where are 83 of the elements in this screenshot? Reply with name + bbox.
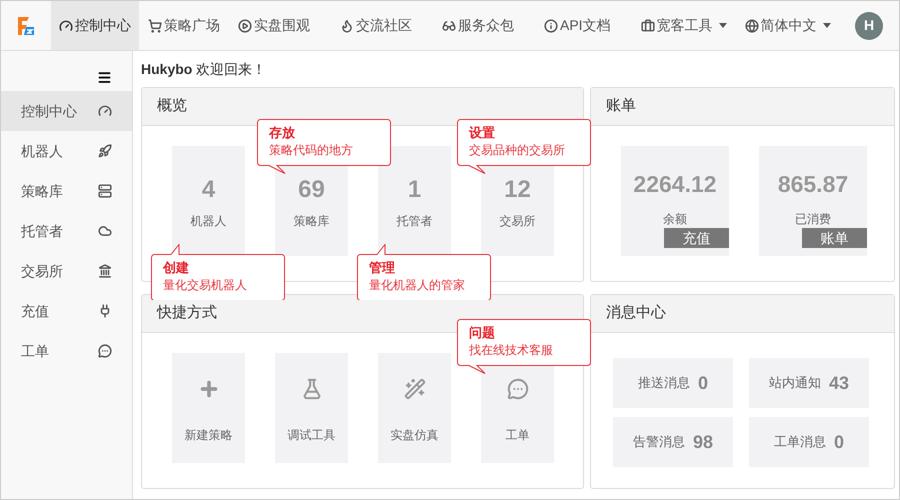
sidebar-item[interactable]: 工单 bbox=[1, 331, 132, 371]
gauge-icon bbox=[98, 104, 112, 118]
nav-item[interactable]: API文档 bbox=[535, 1, 620, 50]
bill-amount: 865.87 bbox=[778, 170, 848, 198]
info-icon bbox=[544, 18, 558, 32]
message-count: 0 bbox=[698, 372, 708, 394]
message-label: 推送消息 bbox=[638, 374, 690, 392]
stat-label: 托管者 bbox=[396, 213, 432, 230]
panel-title: 消息中心 bbox=[606, 303, 666, 324]
stat-label: 交易所 bbox=[500, 213, 536, 230]
nav-item[interactable]: 服务众包 bbox=[433, 1, 523, 50]
stat-label: 机器人 bbox=[190, 213, 226, 230]
message-tile[interactable]: 告警消息 98 bbox=[613, 417, 733, 467]
message-count: 0 bbox=[834, 430, 844, 454]
stat-value: 69 bbox=[298, 176, 325, 204]
stat-value: 4 bbox=[202, 176, 216, 204]
nav-item[interactable]: 交流社区 bbox=[331, 1, 421, 50]
plug-icon bbox=[98, 304, 112, 318]
cart-icon bbox=[148, 18, 162, 32]
panel-title: 快捷方式 bbox=[157, 303, 217, 324]
nav-item[interactable]: 控制中心 bbox=[51, 1, 139, 50]
callout-text: 量化交易机器人 bbox=[163, 277, 247, 294]
shortcut-tile[interactable]: 实盘仿真 bbox=[378, 353, 451, 463]
shortcut-label: 工单 bbox=[506, 427, 530, 444]
shortcut-tile[interactable]: 调试工具 bbox=[275, 353, 348, 463]
shortcut-tile[interactable]: 新建策略 bbox=[172, 353, 245, 463]
bill-label: 已消费 bbox=[795, 211, 831, 228]
stat-value: 12 bbox=[504, 176, 531, 204]
flame-icon bbox=[340, 18, 354, 32]
callout-title: 创建 bbox=[163, 259, 189, 276]
stat-tile[interactable]: 4 机器人 bbox=[172, 146, 245, 256]
message-label: 站内通知 bbox=[768, 374, 821, 392]
shortcut-label: 实盘仿真 bbox=[390, 427, 438, 444]
message-label: 工单消息 bbox=[774, 433, 826, 452]
briefcase-icon bbox=[640, 18, 655, 32]
avatar[interactable]: H bbox=[855, 12, 883, 40]
stat-label: 策略库 bbox=[294, 213, 330, 230]
sidebar-item[interactable]: 托管者 bbox=[1, 211, 132, 251]
callout-title: 存放 bbox=[269, 124, 295, 141]
panel-title: 概览 bbox=[157, 96, 187, 116]
nav-item[interactable]: 实盘围观 bbox=[229, 1, 319, 50]
message-count: 43 bbox=[828, 372, 850, 394]
sidebar-item[interactable]: 充值 bbox=[1, 291, 132, 331]
play-icon bbox=[238, 18, 252, 32]
logo-icon[interactable] bbox=[15, 14, 37, 36]
wand-icon bbox=[404, 378, 426, 400]
nav-item[interactable]: 简体中文 bbox=[736, 1, 840, 50]
globe-icon bbox=[744, 18, 759, 32]
panel-title: 账单 bbox=[606, 96, 636, 116]
gauge-icon bbox=[59, 18, 73, 32]
chat-icon bbox=[98, 344, 112, 358]
flask-icon bbox=[300, 378, 322, 400]
chat-icon bbox=[506, 378, 528, 400]
rocket-icon bbox=[98, 144, 112, 158]
nav-item[interactable]: 策略广场 bbox=[139, 1, 229, 50]
callout-title: 问题 bbox=[469, 324, 495, 341]
cloud-icon bbox=[98, 224, 112, 238]
bill-amount: 2264.12 bbox=[633, 170, 717, 198]
shortcut-label: 新建策略 bbox=[184, 427, 232, 444]
message-label: 告警消息 bbox=[632, 433, 685, 452]
message-tile[interactable]: 工单消息 0 bbox=[749, 417, 869, 467]
shortcut-label: 调试工具 bbox=[288, 427, 336, 444]
sidebar-item[interactable]: 机器人 bbox=[1, 131, 132, 171]
callout-text: 量化机器人的管家 bbox=[369, 277, 465, 294]
bill-label: 余额 bbox=[663, 211, 687, 228]
callout-title: 管理 bbox=[369, 259, 395, 276]
stat-tile[interactable]: 1 托管者 bbox=[378, 146, 451, 256]
welcome-text: Hukybo 欢迎回来！ bbox=[141, 60, 266, 79]
bill-action-button[interactable]: 账单 bbox=[802, 228, 867, 248]
server-icon bbox=[98, 184, 112, 198]
callout-title: 设置 bbox=[469, 124, 495, 141]
glasses-icon bbox=[442, 18, 456, 32]
nav-item[interactable]: 宽客工具 bbox=[632, 1, 736, 50]
sidebar-item[interactable]: 控制中心 bbox=[1, 91, 132, 131]
message-count: 98 bbox=[692, 430, 714, 454]
menu-icon[interactable] bbox=[97, 70, 112, 85]
stat-value: 1 bbox=[408, 176, 422, 204]
message-tile[interactable]: 推送消息 0 bbox=[613, 358, 733, 408]
sidebar-item[interactable]: 策略库 bbox=[1, 171, 132, 211]
bill-action-button[interactable]: 充值 bbox=[664, 228, 729, 248]
sidebar-item[interactable]: 交易所 bbox=[1, 251, 132, 291]
bank-icon bbox=[98, 264, 112, 278]
message-tile[interactable]: 站内通知 43 bbox=[749, 358, 869, 408]
